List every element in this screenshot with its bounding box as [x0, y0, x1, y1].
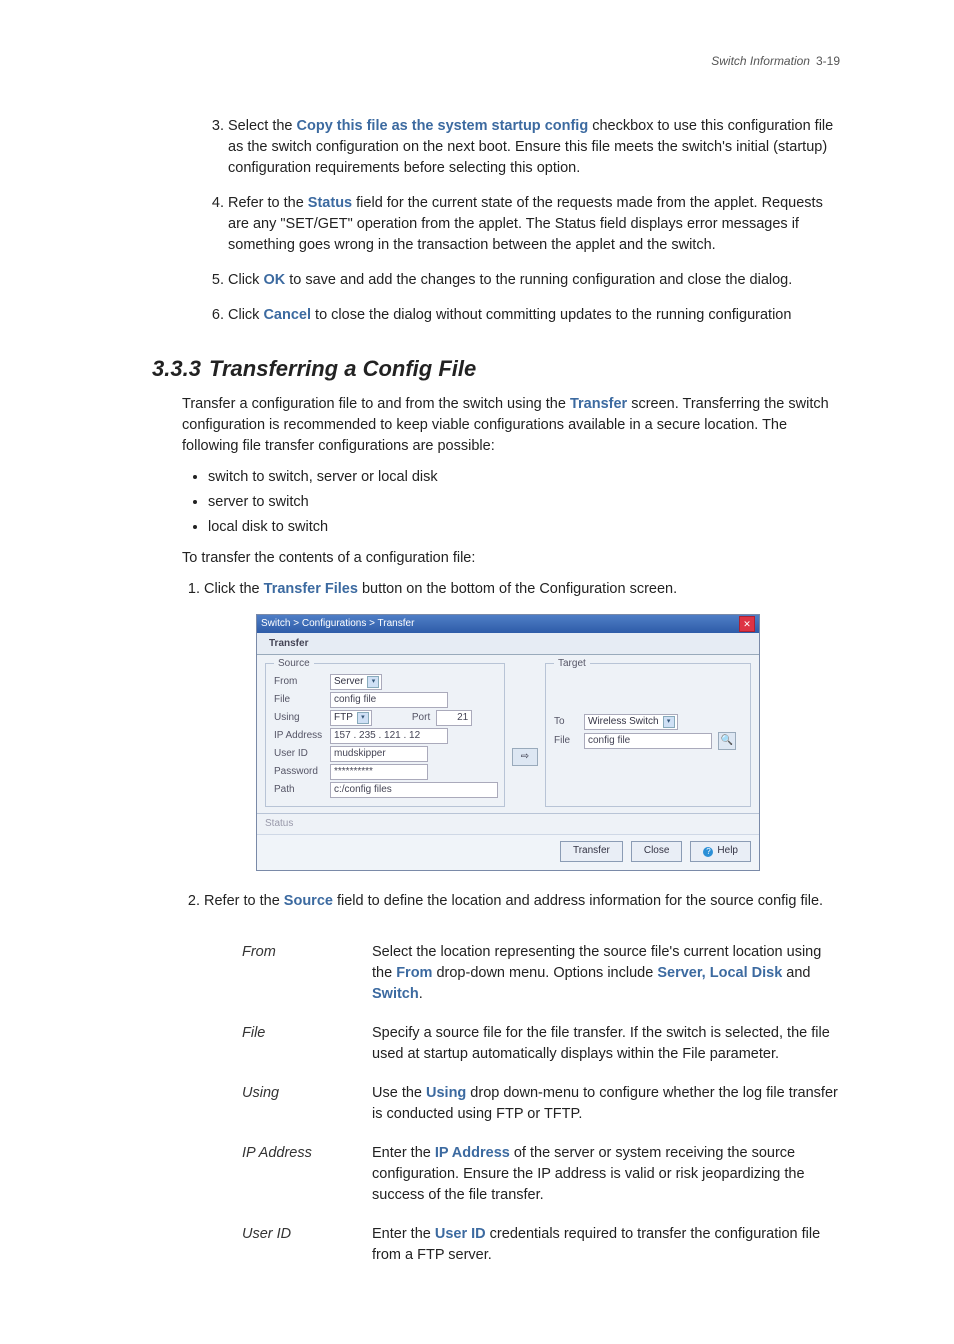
intro-paragraph: Transfer a configuration file to and fro… — [182, 394, 840, 457]
def-term: IP Address — [242, 1143, 372, 1206]
using-select[interactable]: FTP▾ — [330, 710, 372, 726]
def-row-from: From Select the location representing th… — [242, 942, 840, 1005]
chevron-down-icon: ▾ — [367, 676, 379, 688]
search-icon[interactable]: 🔍 — [718, 732, 736, 750]
section-heading: 3.3.3 Transferring a Config File — [152, 356, 840, 382]
using-label: Using — [274, 711, 330, 726]
dialog-breadcrumb: Switch > Configurations > Transfer — [261, 615, 414, 633]
section-title: Transferring a Config File — [209, 356, 476, 381]
inline-bold: Transfer — [570, 396, 627, 412]
target-legend: Target — [554, 657, 590, 672]
password-input[interactable]: ********** — [330, 764, 428, 780]
def-desc: Select the location representing the sou… — [372, 942, 840, 1005]
userid-input[interactable]: mudskipper — [330, 746, 428, 762]
chevron-down-icon: ▾ — [663, 716, 675, 728]
transfer-direction: ⇨ — [511, 707, 539, 807]
target-file-input[interactable]: config file — [584, 733, 712, 749]
password-label: Password — [274, 765, 330, 780]
def-term: From — [242, 942, 372, 1005]
def-desc: Use the Using drop down-menu to configur… — [372, 1083, 840, 1125]
def-term: User ID — [242, 1224, 372, 1266]
target-fieldset: Target ToWireless Switch▾ Fileconfig fil… — [545, 663, 751, 807]
inline-bold: Source — [284, 893, 333, 909]
help-icon: ? — [703, 847, 713, 857]
dialog-tabrow: Transfer — [257, 633, 759, 655]
to-select[interactable]: Wireless Switch▾ — [584, 714, 678, 730]
transfer-dialog: Switch > Configurations > Transfer ✕ Tra… — [256, 614, 760, 871]
from-select[interactable]: Server▾ — [330, 674, 382, 690]
source-legend: Source — [274, 657, 314, 672]
header-title: Switch Information — [711, 54, 810, 68]
list-item: Click Cancel to close the dialog without… — [228, 305, 840, 326]
close-icon[interactable]: ✕ — [739, 616, 755, 632]
inline-bold: Copy this file as the system startup con… — [297, 118, 589, 134]
header-page: 3-19 — [816, 54, 840, 68]
dialog-titlebar: Switch > Configurations > Transfer ✕ — [257, 615, 759, 633]
inline-bold: Cancel — [263, 307, 311, 323]
list-item: switch to switch, server or local disk — [208, 467, 840, 488]
path-input[interactable]: c:/config files — [330, 782, 498, 798]
dialog-button-row: Transfer Close ?Help — [257, 834, 759, 870]
ip-input[interactable]: 157 . 235 . 121 . 12 — [330, 728, 448, 744]
ip-label: IP Address — [274, 729, 330, 744]
file-label: File — [274, 693, 330, 708]
to-label: To — [554, 715, 584, 730]
transfer-button[interactable]: Transfer — [560, 841, 623, 862]
from-label: From — [274, 675, 330, 690]
def-row-ip: IP Address Enter the IP Address of the s… — [242, 1143, 840, 1206]
list-item: local disk to switch — [208, 517, 840, 538]
def-term: File — [242, 1023, 372, 1065]
source-fieldset: Source FromServer▾ Fileconfig file Using… — [265, 663, 505, 807]
ordered-list-sub: Click the Transfer Files button on the b… — [182, 579, 840, 912]
path-label: Path — [274, 783, 330, 798]
def-desc: Specify a source file for the file trans… — [372, 1023, 840, 1065]
definition-table: From Select the location representing th… — [242, 942, 840, 1266]
inline-bold: OK — [263, 272, 285, 288]
def-desc: Enter the User ID credentials required t… — [372, 1224, 840, 1266]
def-desc: Enter the IP Address of the server or sy… — [372, 1143, 840, 1206]
arrow-right-icon[interactable]: ⇨ — [512, 748, 538, 766]
section-number: 3.3.3 — [152, 356, 201, 381]
list-item: Refer to the Status field for the curren… — [228, 193, 840, 256]
close-button[interactable]: Close — [631, 841, 683, 862]
port-label: Port — [412, 711, 430, 726]
help-button[interactable]: ?Help — [690, 841, 751, 862]
bullet-list: switch to switch, server or local disk s… — [182, 467, 840, 538]
def-term: Using — [242, 1083, 372, 1125]
userid-label: User ID — [274, 747, 330, 762]
list-item: Select the Copy this file as the system … — [228, 116, 840, 179]
port-input[interactable]: 21 — [436, 710, 472, 726]
list-item: Click OK to save and add the changes to … — [228, 270, 840, 291]
def-row-userid: User ID Enter the User ID credentials re… — [242, 1224, 840, 1266]
list-item: server to switch — [208, 492, 840, 513]
intro2-paragraph: To transfer the contents of a configurat… — [182, 548, 840, 569]
list-item: Refer to the Source field to define the … — [204, 891, 840, 912]
inline-bold: Status — [308, 195, 352, 211]
def-row-file: File Specify a source file for the file … — [242, 1023, 840, 1065]
def-row-using: Using Use the Using drop down-menu to co… — [242, 1083, 840, 1125]
target-file-label: File — [554, 734, 584, 749]
file-input[interactable]: config file — [330, 692, 448, 708]
list-item: Click the Transfer Files button on the b… — [204, 579, 840, 871]
page-header: Switch Information 3-19 — [130, 54, 840, 68]
status-bar: Status — [257, 813, 759, 835]
tab-transfer[interactable]: Transfer — [261, 635, 316, 654]
ordered-list-main: Select the Copy this file as the system … — [130, 116, 840, 326]
chevron-down-icon: ▾ — [357, 712, 369, 724]
inline-bold: Transfer Files — [264, 581, 358, 597]
